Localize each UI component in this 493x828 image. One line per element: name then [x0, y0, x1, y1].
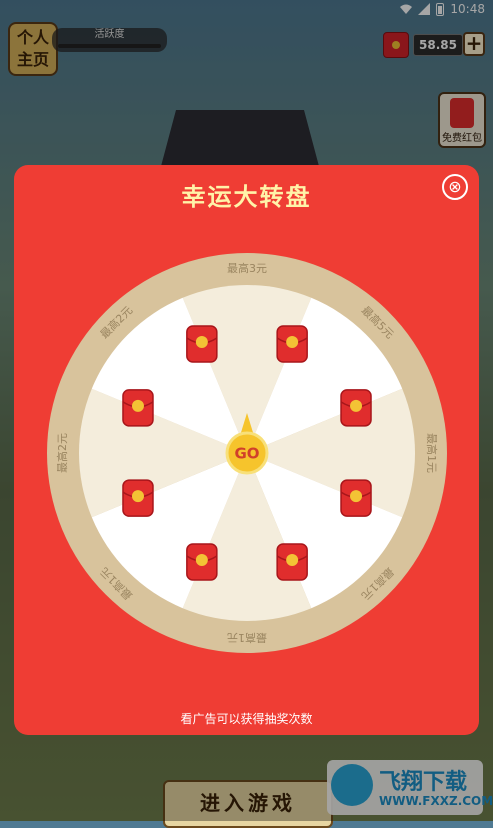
red-envelope-icon [276, 325, 308, 363]
wheel-svg: 最高3元最高5元最高1元最高1元最高1元最高1元最高2元最高2元GO [47, 253, 447, 653]
red-envelope-icon [340, 389, 372, 427]
dialog-title: 幸运大转盘 [181, 183, 312, 211]
red-envelope-icon [276, 543, 308, 581]
lucky-wheel-dialog: 幸运大转盘 ⊗ 最高3元 最高5元 最高1元 最高1元 最高1元 最高1元 最高2元 最高2元… [14, 165, 479, 735]
red-envelope-icon [186, 543, 218, 581]
red-envelope-icon [122, 479, 154, 517]
red-envelope-icon [122, 389, 154, 427]
segment-label: 最高1元 [425, 433, 439, 473]
red-envelope-icon [186, 325, 218, 363]
segment-label: 最高3元 [227, 261, 267, 275]
hint-text: 看广告可以获得抽奖次数 [180, 712, 313, 726]
segment-label: 最高2元 [55, 433, 69, 473]
segment-label: 最高1元 [227, 631, 267, 645]
red-envelope-icon [340, 479, 372, 517]
close-button[interactable]: ⊗ [442, 174, 468, 200]
wheel: 最高3元 最高5元 最高1元 最高1元 最高1元 最高1元 最高2元 最高2元 GO [32, 253, 462, 653]
go-label: GO [234, 445, 259, 463]
